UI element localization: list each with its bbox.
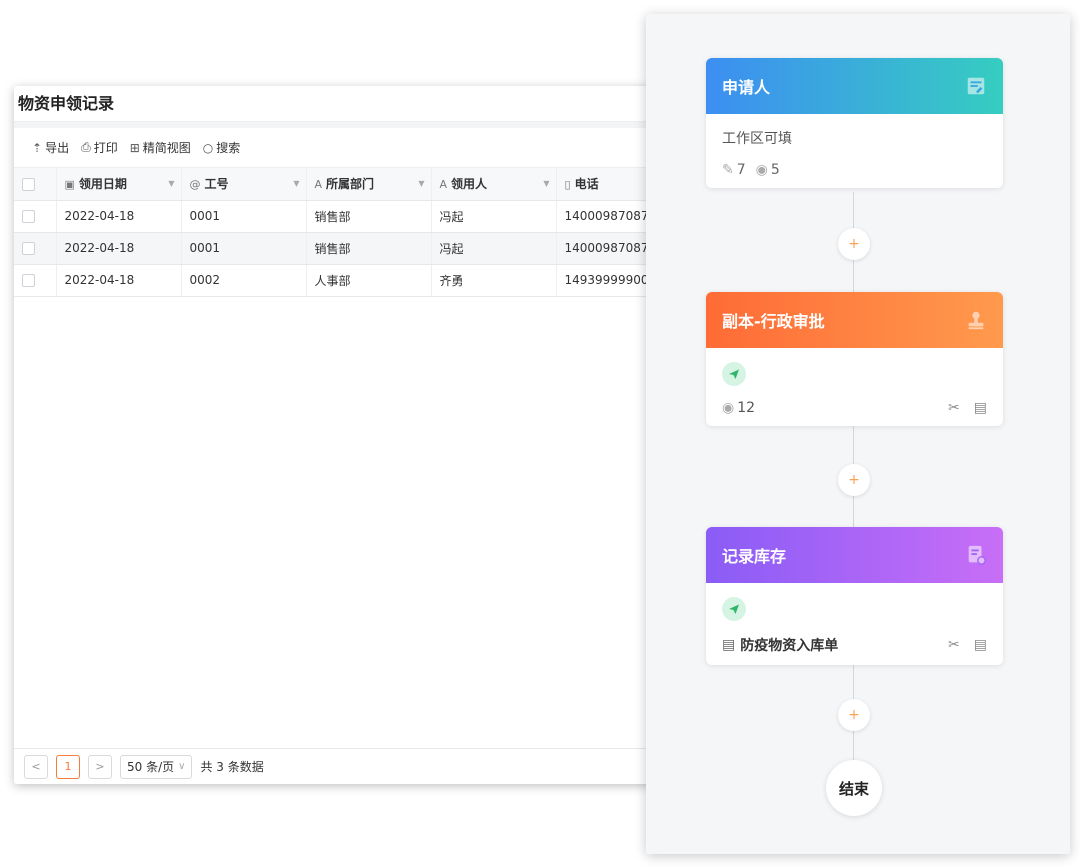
records-panel: 物资申领记录 ⇡ 导出 ⎙ 打印 ⊞ 精简视图 ○ 搜索 ▣ 领用日期 ▼ @ 工号 ▼: [14, 86, 660, 784]
cell-date: 2022-04-18: [56, 264, 182, 297]
cell-id: 0001: [181, 232, 307, 265]
cell-dept: 销售部: [306, 232, 432, 265]
cell-person: 冯起: [431, 200, 557, 233]
print-button[interactable]: ⎙ 打印: [81, 139, 118, 156]
phone-icon: ▯: [564, 178, 571, 192]
sort-arrow-icon[interactable]: ▼: [168, 179, 174, 188]
node-header: 申请人: [706, 58, 1003, 114]
workflow-panel: 申请人 工作区可填 ✎ 7 ◉ 5 + 副本-行政审批 ◉ 12 ✂ ▤ + 记…: [646, 14, 1070, 854]
sort-arrow-icon[interactable]: ▼: [543, 179, 549, 188]
view-count: ◉ 5: [755, 162, 780, 178]
chevron-left-icon: <: [31, 760, 41, 773]
column-header-date[interactable]: ▣ 领用日期 ▼: [56, 168, 182, 201]
copy-icon[interactable]: ▤: [974, 637, 987, 653]
stamp-icon: [968, 311, 984, 330]
node-header: 记录库存: [706, 527, 1003, 583]
column-header-id[interactable]: @ 工号 ▼: [181, 168, 307, 201]
document-icon: ▤: [722, 637, 736, 653]
add-node-button[interactable]: +: [838, 464, 870, 496]
row-checkbox[interactable]: [14, 200, 57, 233]
pencil-icon: ✎: [722, 162, 734, 178]
add-node-button[interactable]: +: [838, 699, 870, 731]
cell-phone: 14939999900: [556, 264, 660, 297]
sort-arrow-icon[interactable]: ▼: [418, 179, 424, 188]
record-icon: [968, 545, 986, 565]
add-node-button[interactable]: +: [838, 228, 870, 260]
row-checkbox[interactable]: [14, 264, 57, 297]
column-header-dept[interactable]: A 所属部门 ▼: [306, 168, 432, 201]
text-icon: A: [314, 178, 323, 192]
prev-page-button[interactable]: <: [24, 754, 48, 779]
cell-id: 0001: [181, 200, 307, 233]
end-node: 结束: [826, 760, 882, 816]
row-checkbox[interactable]: [14, 232, 57, 265]
text-icon: A: [439, 178, 448, 192]
cell-id: 0002: [181, 264, 307, 297]
cell-phone: 14000987087: [556, 200, 660, 233]
toolbar: ⇡ 导出 ⎙ 打印 ⊞ 精简视图 ○ 搜索: [14, 128, 660, 168]
compact-view-button[interactable]: ⊞ 精简视图: [130, 139, 191, 156]
search-icon: ○: [202, 140, 214, 155]
cell-date: 2022-04-18: [56, 200, 182, 233]
printer-icon: ⎙: [81, 140, 91, 154]
at-icon: @: [189, 178, 201, 192]
column-header-person[interactable]: A 领用人 ▼: [431, 168, 557, 201]
cell-person: 齐勇: [431, 264, 557, 297]
sort-arrow-icon[interactable]: ▼: [293, 179, 299, 188]
total-count: 共 3 条数据: [200, 760, 264, 774]
grid-icon: ⊞: [129, 140, 140, 155]
node-body: ◉ 12 ✂ ▤: [706, 348, 1003, 426]
eye-icon: ◉: [755, 162, 768, 178]
node-header: 副本-行政审批: [706, 292, 1003, 348]
chevron-right-icon: >: [95, 760, 105, 773]
chevron-down-icon: ∨: [178, 761, 186, 772]
table-row[interactable]: 2022-04-18 0001 销售部 冯起 14000987087: [14, 232, 660, 265]
node-description: 工作区可填: [722, 131, 792, 147]
page-size-select[interactable]: 50 条/页 ∨: [120, 754, 193, 779]
cell-date: 2022-04-18: [56, 232, 182, 265]
cut-icon[interactable]: ✂: [948, 400, 960, 416]
copy-icon[interactable]: ▤: [974, 400, 987, 416]
cell-person: 冯起: [431, 232, 557, 265]
cell-phone: 14000987087: [556, 232, 660, 265]
upload-icon: ⇡: [32, 140, 43, 155]
records-table: ▣ 领用日期 ▼ @ 工号 ▼ A 所属部门 ▼ A 领用人 ▼ ▯ 电话 2022-04-18 …: [14, 168, 660, 297]
page-title: 物资申领记录: [14, 86, 660, 122]
table-row[interactable]: 2022-04-18 0001 销售部 冯起 14000987087: [14, 200, 660, 233]
edit-count: ✎ 7: [722, 162, 746, 178]
cut-icon[interactable]: ✂: [948, 637, 960, 653]
search-button[interactable]: ○ 搜索: [203, 139, 241, 156]
linked-form[interactable]: ▤ 防疫物资入库单: [722, 635, 838, 655]
send-icon: [722, 362, 746, 386]
cell-dept: 人事部: [306, 264, 432, 297]
table-header: ▣ 领用日期 ▼ @ 工号 ▼ A 所属部门 ▼ A 领用人 ▼ ▯ 电话: [14, 168, 660, 201]
node-applicant[interactable]: 申请人 工作区可填 ✎ 7 ◉ 5: [706, 58, 1003, 188]
pagination: < 1 > 50 条/页 ∨ 共 3 条数据: [14, 748, 660, 784]
view-count: ◉ 12: [722, 400, 756, 416]
calendar-icon: ▣: [64, 178, 75, 192]
node-approval[interactable]: 副本-行政审批 ◉ 12 ✂ ▤: [706, 292, 1003, 426]
column-header-phone[interactable]: ▯ 电话: [556, 168, 660, 201]
select-all-checkbox[interactable]: [14, 168, 57, 201]
node-inventory[interactable]: 记录库存 ▤ 防疫物资入库单 ✂ ▤: [706, 527, 1003, 665]
cell-dept: 销售部: [306, 200, 432, 233]
eye-icon: ◉: [722, 400, 735, 416]
send-icon: [722, 597, 746, 621]
export-button[interactable]: ⇡ 导出: [32, 139, 69, 156]
page-number-button[interactable]: 1: [56, 754, 80, 779]
table-row[interactable]: 2022-04-18 0002 人事部 齐勇 14939999900: [14, 264, 660, 297]
node-body: ▤ 防疫物资入库单 ✂ ▤: [706, 583, 1003, 665]
next-page-button[interactable]: >: [88, 754, 112, 779]
node-body: 工作区可填 ✎ 7 ◉ 5: [706, 114, 1003, 188]
form-icon: [967, 77, 985, 95]
